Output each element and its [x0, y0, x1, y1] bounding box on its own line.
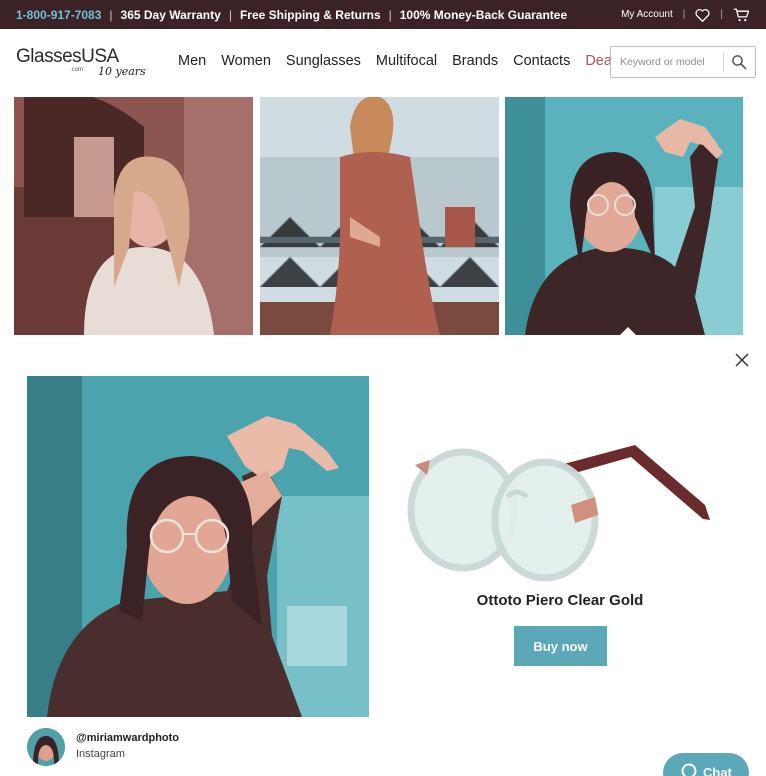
divider: |: [682, 9, 686, 20]
close-icon[interactable]: [733, 351, 751, 369]
chat-button[interactable]: Chat: [663, 753, 749, 776]
nav-item-brands[interactable]: Brands: [452, 53, 498, 69]
nav-item-contacts[interactable]: Contacts: [513, 53, 570, 69]
nav-item-women[interactable]: Women: [221, 53, 271, 69]
divider: |: [109, 7, 113, 22]
chat-icon: [681, 763, 697, 776]
promo-guarantee: 100% Money-Back Guarantee: [399, 7, 568, 22]
photo-credit-source: Instagram: [76, 748, 125, 760]
featured-photo: [27, 376, 369, 717]
top-bar: 1-800-917-7083 | 365 Day Warranty | Free…: [0, 0, 766, 29]
logo-suffix: .com: [70, 67, 84, 73]
buy-now-button[interactable]: Buy now: [514, 626, 607, 666]
logo-anniversary: 10 years: [98, 65, 146, 78]
photo-credit-handle[interactable]: @miriamwardphoto: [76, 732, 179, 744]
search-input[interactable]: [611, 47, 723, 77]
search-box: [610, 46, 756, 78]
chat-label: Chat: [703, 765, 732, 776]
divider: |: [720, 9, 723, 20]
main-nav: Men Women Sunglasses Multifocal Brands C…: [178, 53, 637, 69]
product-image[interactable]: [405, 435, 715, 585]
top-bar-actions: My Account | |: [621, 0, 750, 29]
nav-item-multifocal[interactable]: Multifocal: [376, 53, 437, 69]
gallery-photo[interactable]: [260, 97, 499, 335]
heart-icon[interactable]: [695, 8, 710, 22]
top-bar-info: 1-800-917-7083 | 365 Day Warranty | Free…: [16, 0, 567, 29]
avatar[interactable]: [27, 728, 65, 766]
divider: |: [388, 7, 392, 22]
search-divider: [723, 52, 724, 72]
my-account-link[interactable]: My Account: [621, 9, 673, 20]
nav-item-sunglasses[interactable]: Sunglasses: [286, 53, 361, 69]
logo[interactable]: GlassesUSA .com 10 years: [16, 43, 146, 89]
gallery-photo[interactable]: [14, 97, 253, 335]
search-icon[interactable]: [731, 54, 747, 75]
nav-item-men[interactable]: Men: [178, 53, 206, 69]
site-header: GlassesUSA .com 10 years Men Women Sungl…: [0, 29, 766, 95]
product-name[interactable]: Ottoto Piero Clear Gold: [390, 592, 730, 609]
promo-shipping: Free Shipping & Returns: [239, 7, 381, 22]
promo-warranty: 365 Day Warranty: [120, 7, 221, 22]
selection-pointer: [620, 327, 636, 335]
divider: |: [228, 7, 232, 22]
cart-icon[interactable]: [733, 8, 750, 22]
gallery-photo[interactable]: [505, 97, 743, 335]
phone-number[interactable]: 1-800-917-7083: [16, 8, 101, 22]
